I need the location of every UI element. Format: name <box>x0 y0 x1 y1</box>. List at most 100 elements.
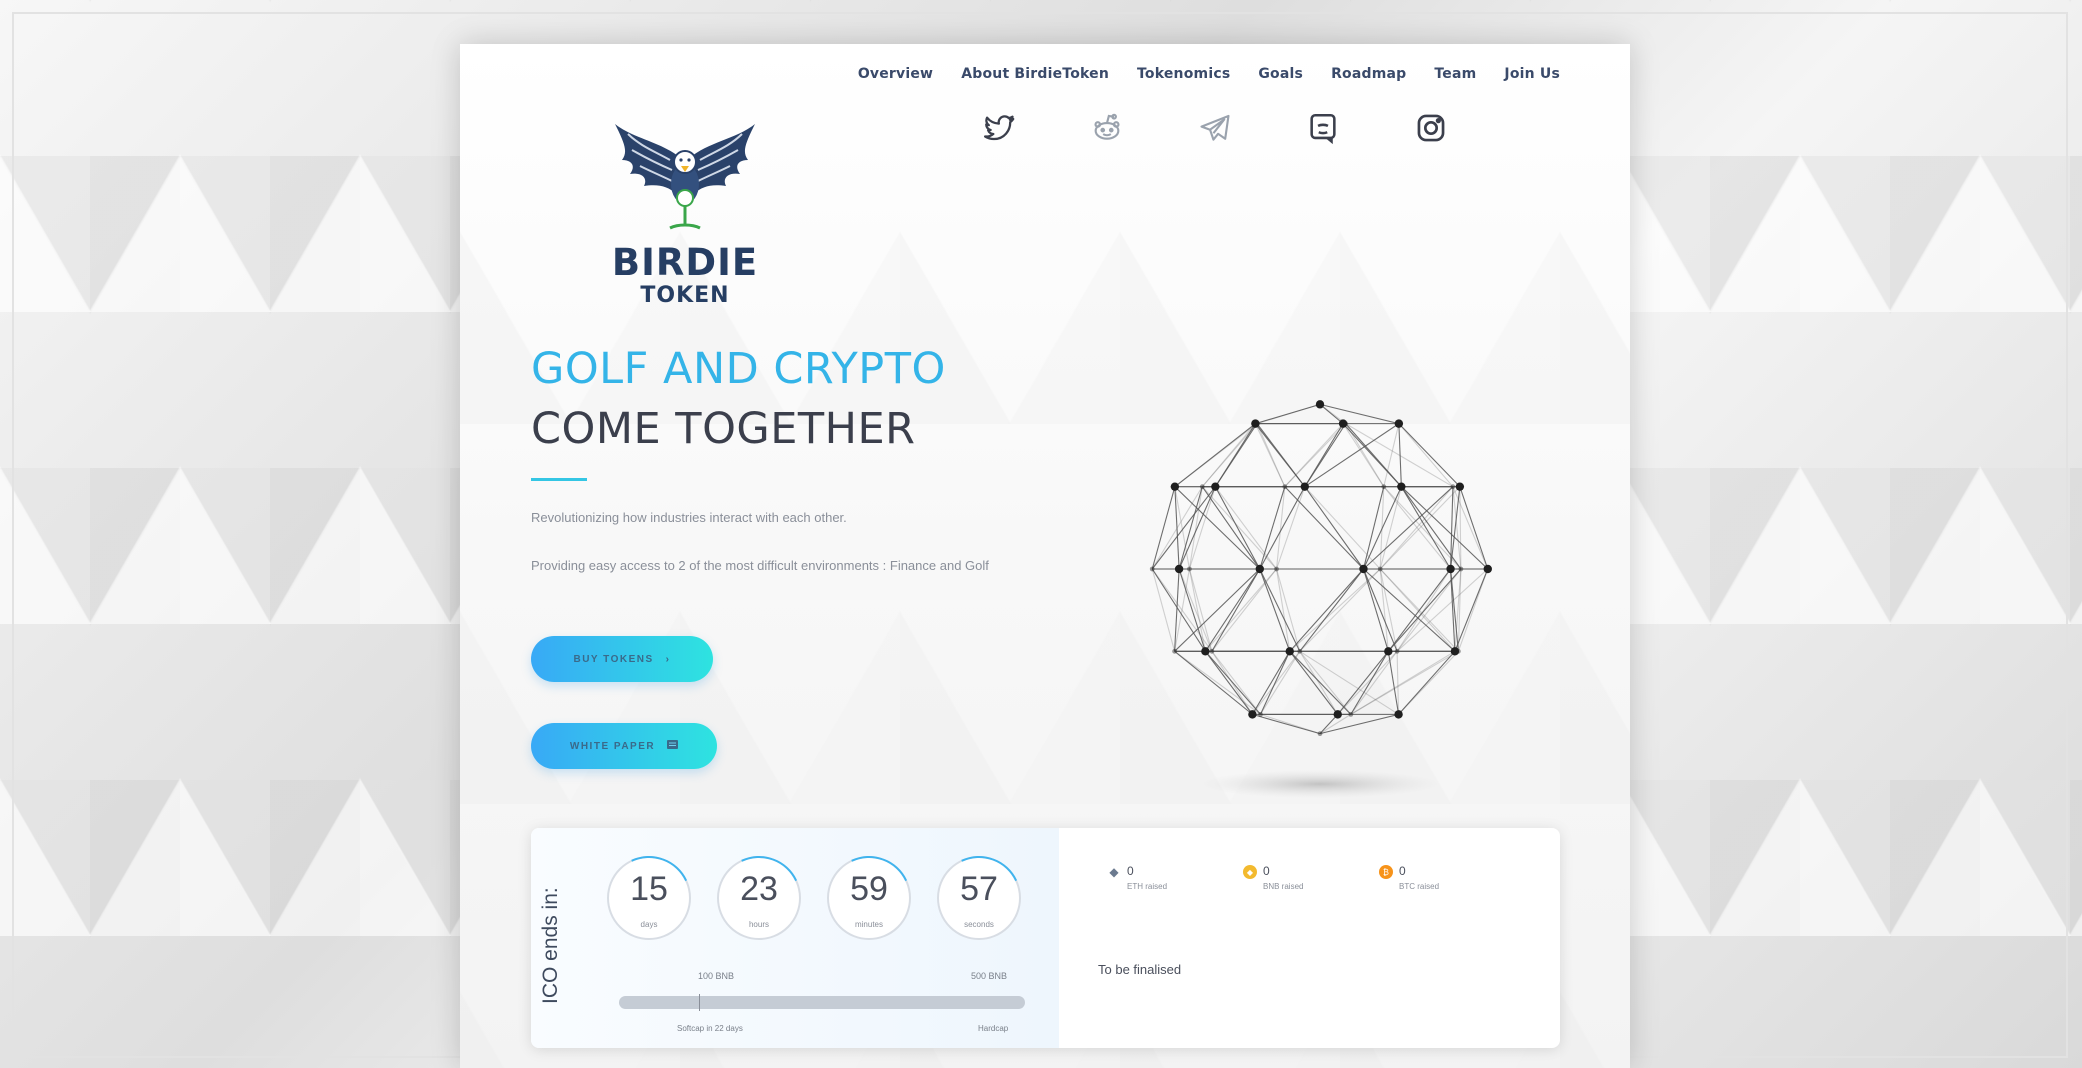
countdown-unit: hours <box>748 920 769 929</box>
hero-title-line2: COME TOGETHER <box>531 404 916 454</box>
raised-value: 0 <box>1399 864 1406 878</box>
ico-ends-label: ICO ends in: <box>539 887 562 1004</box>
countdown-unit: minutes <box>854 920 883 929</box>
nav-goals[interactable]: Goals <box>1258 66 1303 82</box>
sphere-edge <box>1151 568 1176 652</box>
ico-progress-bar <box>619 994 1025 1011</box>
sphere-node <box>1282 484 1288 490</box>
countdown-unit: seconds <box>964 920 994 929</box>
sphere-edge <box>1299 651 1339 715</box>
sphere-node <box>1333 710 1342 719</box>
nav-about[interactable]: About BirdieToken <box>961 66 1109 82</box>
sphere-edge <box>1252 713 1321 735</box>
telegram-icon[interactable] <box>1186 110 1244 146</box>
birdie-token-logo[interactable]: BIRDIE TOKEN <box>600 122 770 309</box>
sphere-node <box>1377 566 1383 572</box>
logo-text-birdie: BIRDIE <box>611 241 759 284</box>
sphere-edge <box>1319 713 1399 735</box>
sphere-node <box>1397 482 1406 491</box>
sphere-edge <box>1284 423 1347 488</box>
sphere-edge <box>1251 650 1301 715</box>
raised-label: BTC raised <box>1399 882 1440 891</box>
sphere-edge <box>1284 486 1364 570</box>
sphere-edge <box>1259 486 1306 570</box>
sphere-edge <box>1383 486 1462 570</box>
sphere-edge <box>1396 568 1462 652</box>
instagram-icon[interactable] <box>1402 110 1460 146</box>
sphere-edge <box>1345 423 1402 488</box>
sphere-node <box>1274 566 1279 572</box>
title-divider <box>531 478 587 481</box>
softcap-label: Softcap in 22 days <box>677 1024 743 1033</box>
sphere-edge <box>1214 486 1277 570</box>
sphere-node <box>1317 731 1323 737</box>
sphere-node <box>1170 482 1180 491</box>
sphere-edge <box>1204 650 1253 715</box>
sphere-node <box>1300 482 1309 491</box>
sphere-node <box>1348 711 1354 717</box>
sphere-edge <box>1350 651 1389 715</box>
nav-overview[interactable]: Overview <box>858 66 933 82</box>
sphere-node <box>1394 419 1404 428</box>
sphere-node <box>1172 648 1177 654</box>
nav-join-us[interactable]: Join Us <box>1504 66 1560 82</box>
sphere-node <box>1450 484 1456 490</box>
sphere-node <box>1384 647 1393 656</box>
softcap-amount: 100 BNB <box>698 971 735 981</box>
nav-tokenomics[interactable]: Tokenomics <box>1137 66 1230 82</box>
sphere-node <box>1315 400 1325 409</box>
sphere-edge <box>1289 650 1352 715</box>
sphere-node <box>1258 711 1263 717</box>
sphere-edge <box>1299 650 1399 715</box>
countdown-value: 57 <box>960 870 998 908</box>
sphere-node <box>1458 566 1464 572</box>
btc-icon: ₿ <box>1379 865 1393 879</box>
nav-team[interactable]: Team <box>1434 66 1476 82</box>
sphere-edge <box>1214 486 1261 570</box>
sphere-node <box>1201 647 1210 656</box>
countdown-value: 15 <box>630 870 668 908</box>
sphere-edge <box>1289 568 1364 652</box>
network-sphere-graphic <box>1149 400 1492 798</box>
twitter-icon[interactable] <box>970 110 1028 146</box>
sphere-edge <box>1151 486 1216 570</box>
logo-text-token: TOKEN <box>640 283 730 308</box>
sphere-edge <box>1383 423 1400 487</box>
sphere-edge <box>1379 486 1461 570</box>
sphere-edge <box>1260 651 1301 715</box>
hardcap-label: Hardcap <box>978 1024 1009 1033</box>
countdown-seconds: 57 seconds <box>925 844 1033 952</box>
sphere-node <box>1455 482 1465 491</box>
sphere-node <box>1209 648 1215 654</box>
eth-icon: ◆ <box>1109 865 1119 879</box>
raised-label: BNB raised <box>1263 882 1304 891</box>
sphere-node <box>1455 648 1461 654</box>
countdown-hours: 23 hours <box>705 844 813 952</box>
sphere-edge <box>1188 486 1203 570</box>
discord-icon[interactable] <box>1294 110 1352 146</box>
white-paper-button[interactable]: WHITE PAPER <box>531 723 717 769</box>
sphere-node <box>1255 564 1264 574</box>
countdown-value: 23 <box>740 870 778 908</box>
sphere-edge <box>1387 568 1462 652</box>
sphere-edge <box>1259 568 1291 652</box>
hardcap-amount: 500 BNB <box>971 971 1008 981</box>
sphere-edge <box>1211 568 1261 652</box>
sphere-edge <box>1457 568 1489 652</box>
sphere-edge <box>1255 403 1321 425</box>
sphere-node <box>1394 648 1400 654</box>
nav-roadmap[interactable]: Roadmap <box>1331 66 1406 82</box>
sphere-node <box>1251 419 1260 428</box>
softcap-marker <box>699 994 700 1011</box>
sphere-edge <box>1304 486 1364 570</box>
bnb-icon: ◆ <box>1243 865 1257 879</box>
sphere-edge <box>1304 423 1347 487</box>
countdown-days: 15 days <box>595 844 703 952</box>
sphere-edge <box>1299 650 1352 715</box>
raised-label: ETH raised <box>1127 882 1168 891</box>
sphere-edge <box>1214 423 1256 487</box>
sphere-edge <box>1337 650 1389 715</box>
reddit-icon[interactable] <box>1078 110 1136 146</box>
hero-paragraph-1: Revolutionizing how industries interact … <box>531 510 847 525</box>
buy-tokens-button[interactable]: BUY TOKENS › <box>531 636 713 682</box>
